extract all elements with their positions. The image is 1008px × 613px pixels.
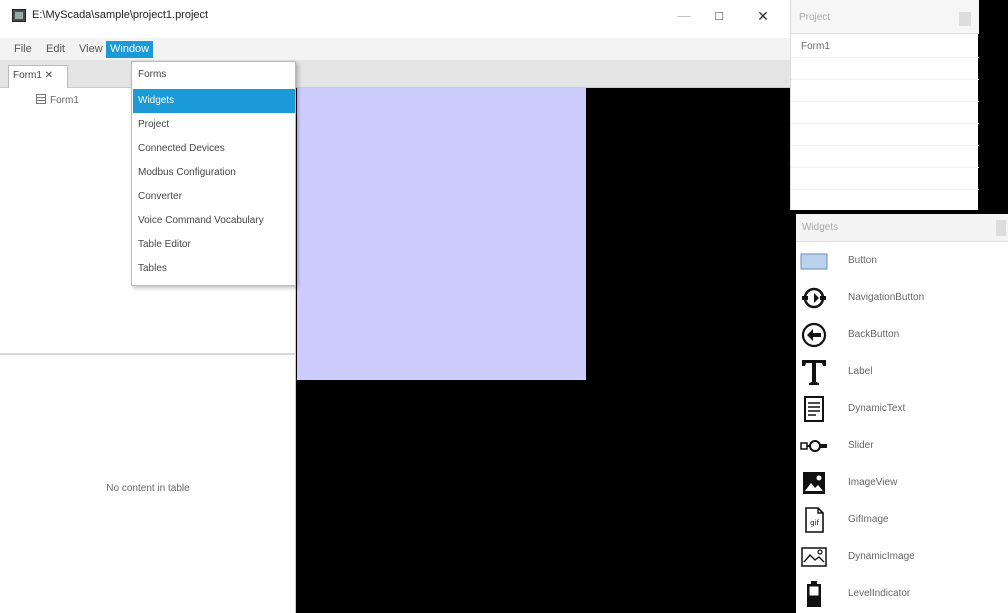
- form-icon: [36, 94, 46, 104]
- widgets-scroll-thumb[interactable]: [996, 220, 1006, 236]
- gif-image-icon: gif: [805, 507, 824, 533]
- project-title: Project: [799, 12, 831, 23]
- widget-item-dynamic-text[interactable]: DynamicText: [796, 391, 1008, 428]
- menu-item-converter[interactable]: Converter: [133, 185, 295, 209]
- dynamic-image-icon: [801, 547, 827, 567]
- button-icon: [800, 253, 828, 270]
- widget-label: GifImage: [848, 514, 889, 525]
- list-item: [791, 102, 979, 124]
- menu-item-table-editor[interactable]: Table Editor: [133, 233, 295, 257]
- svg-text:gif: gif: [810, 519, 819, 527]
- maximize-button[interactable]: □: [704, 6, 734, 26]
- list-item: [791, 124, 979, 146]
- project-item-label: Form1: [801, 41, 830, 52]
- window-menu-dropdown: Forms Widgets Project Connected Devices …: [131, 61, 296, 286]
- panel-splitter[interactable]: [0, 353, 296, 355]
- project-scroll-thumb[interactable]: [959, 12, 971, 26]
- widget-item-slider[interactable]: Slider: [796, 428, 1008, 465]
- widgets-window: Widgets Button NavigationButton BackButt…: [796, 214, 1008, 613]
- tree-item-label: Form1: [50, 95, 79, 106]
- list-item: [791, 80, 979, 102]
- app-icon: [12, 9, 26, 22]
- label-icon: [802, 360, 826, 385]
- widget-item-gif-image[interactable]: gif GifImage: [796, 502, 1008, 539]
- widget-label: LevelIndicator: [848, 588, 911, 599]
- empty-table-message: No content in table: [106, 483, 190, 494]
- tab-strip: Form1 ✕: [0, 60, 790, 88]
- widget-item-navigation-button[interactable]: NavigationButton: [796, 280, 1008, 317]
- list-item: [791, 146, 979, 168]
- widget-label: Label: [848, 366, 873, 377]
- title-bar[interactable]: E:\MyScada\sample\project1.project — □ ✕: [0, 0, 790, 38]
- main-window: E:\MyScada\sample\project1.project — □ ✕…: [0, 0, 790, 613]
- project-window: Project Form1: [790, 0, 979, 210]
- slider-icon: [800, 440, 827, 452]
- widget-label: BackButton: [848, 329, 900, 340]
- back-button-icon: [801, 322, 827, 348]
- menu-window[interactable]: Window: [106, 41, 154, 58]
- widget-label: NavigationButton: [848, 292, 925, 303]
- widget-label: ImageView: [848, 477, 898, 488]
- menu-item-forms[interactable]: Forms: [133, 63, 295, 87]
- menu-bar: File Edit View Window: [0, 38, 790, 60]
- menu-item-tables[interactable]: Tables: [133, 257, 295, 281]
- project-header[interactable]: Project: [791, 0, 979, 34]
- widget-item-dynamic-image[interactable]: DynamicImage: [796, 539, 1008, 576]
- list-item: [791, 168, 979, 190]
- menu-item-widgets[interactable]: Widgets: [133, 89, 295, 113]
- list-item: [791, 58, 979, 80]
- form-canvas[interactable]: [297, 88, 586, 380]
- menu-file[interactable]: File: [10, 41, 36, 58]
- menu-item-modbus-configuration[interactable]: Modbus Configuration: [133, 161, 295, 185]
- window-title: E:\MyScada\sample\project1.project: [32, 9, 209, 21]
- menu-item-voice-command-vocabulary[interactable]: Voice Command Vocabulary: [133, 209, 295, 233]
- widget-label: DynamicImage: [848, 551, 915, 562]
- widget-item-image-view[interactable]: ImageView: [796, 465, 1008, 502]
- widget-label: Slider: [848, 440, 874, 451]
- tree-item-form1[interactable]: Form1: [36, 94, 79, 106]
- menu-edit[interactable]: Edit: [42, 41, 69, 58]
- widget-item-button[interactable]: Button: [796, 243, 1008, 280]
- menu-item-connected-devices[interactable]: Connected Devices: [133, 137, 295, 161]
- image-view-icon: [803, 472, 825, 494]
- widgets-header[interactable]: Widgets: [796, 214, 1008, 242]
- level-indicator-icon: [807, 581, 821, 607]
- widgets-title: Widgets: [802, 222, 839, 233]
- widget-label: Button: [848, 255, 877, 266]
- tab-form1[interactable]: Form1 ✕: [8, 65, 68, 88]
- minimize-button[interactable]: —: [669, 6, 699, 26]
- dynamic-text-icon: [804, 396, 824, 422]
- menu-item-project[interactable]: Project: [133, 113, 295, 137]
- navigation-button-icon: [802, 287, 826, 309]
- widget-item-level-indicator[interactable]: LevelIndicator: [796, 576, 1008, 613]
- widget-item-label[interactable]: Label: [796, 354, 1008, 391]
- menu-view[interactable]: View: [75, 41, 107, 58]
- close-button[interactable]: ✕: [748, 6, 778, 26]
- project-item-form1[interactable]: Form1: [791, 36, 979, 58]
- widget-label: DynamicText: [848, 403, 906, 414]
- widget-item-back-button[interactable]: BackButton: [796, 317, 1008, 354]
